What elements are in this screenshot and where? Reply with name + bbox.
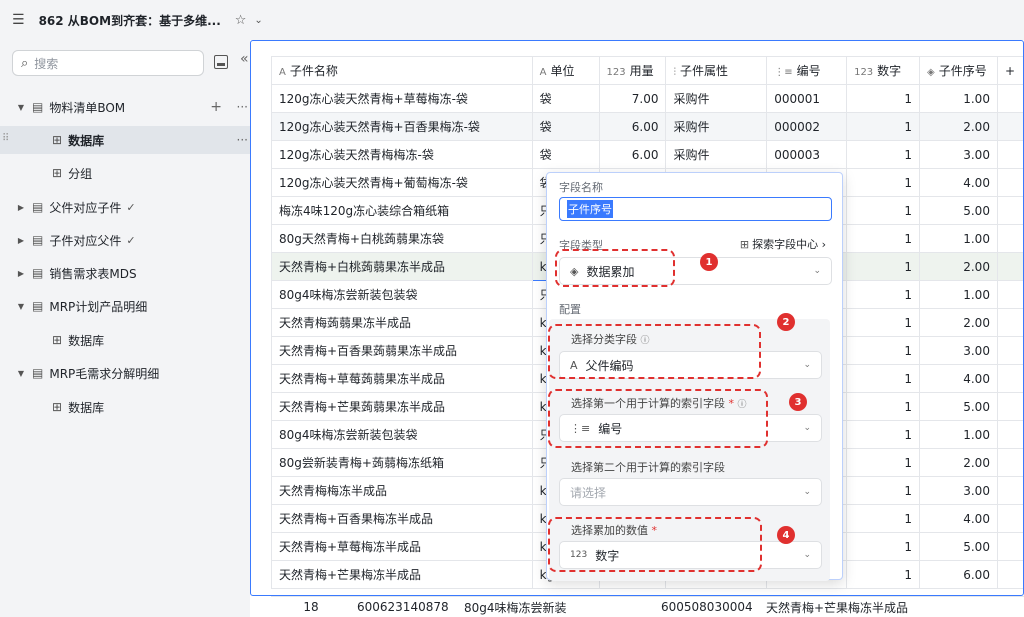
annotation-badge-3: 3 xyxy=(789,393,807,411)
search-placeholder: 搜索 xyxy=(34,56,59,71)
cell[interactable]: 600508030004 xyxy=(655,600,760,614)
caret-right-icon[interactable]: ▶ xyxy=(16,269,26,278)
check-circle-icon: ✓ xyxy=(126,200,136,214)
chevron-down-icon: ⌄ xyxy=(803,550,811,560)
more-icon[interactable]: ··· xyxy=(237,133,248,147)
sidebar-item-label: 数据库 xyxy=(68,333,105,348)
annotation-badge-4: 4 xyxy=(777,526,795,544)
menu-icon[interactable]: ☰ xyxy=(12,12,25,28)
sidebar-item-label: MRP毛需求分解明细 xyxy=(49,366,160,381)
grid-icon: ⊞ xyxy=(739,238,750,251)
sidebar-item-label: 数据库 xyxy=(68,400,105,415)
caret-down-icon[interactable]: ▼ xyxy=(16,302,26,311)
doc-icon: ▤ xyxy=(32,233,44,247)
chevron-down-icon: ⌄ xyxy=(813,266,821,276)
document-title[interactable]: 862 从BOM到齐套：基于多维... xyxy=(39,12,221,29)
sidebar-item-parent-to-child[interactable]: ▶ ▤ 父件对应子件 ✓ xyxy=(0,193,262,221)
sidebar-item-mds[interactable]: ▶ ▤ 销售需求表MDS xyxy=(0,259,262,287)
config-label: 配置 xyxy=(559,303,581,316)
sidebar-item-mrp-gross[interactable]: ▼ ▤ MRP毛需求分解明细 xyxy=(0,359,262,387)
sidebar-item-database-active[interactable]: ⊞ 数据库 ··· xyxy=(0,126,262,154)
annotation-box-3 xyxy=(548,389,768,448)
table-icon: ⊞ xyxy=(52,166,63,180)
add-icon[interactable]: + xyxy=(210,99,222,115)
check-circle-icon: ✓ xyxy=(126,233,136,247)
sidebar: ⌕ 搜索 « ▼ ▤ 物料清单BOM + ··· ⊞ 数据库 ··· ⊞ 分组 … xyxy=(0,40,262,617)
sidebar-item-label: 数据库 xyxy=(68,133,105,148)
annotation-badge-2: 2 xyxy=(777,313,795,331)
doc-icon: ▤ xyxy=(32,200,44,214)
cell[interactable]: 80g4味梅冻尝新装 xyxy=(458,599,655,616)
doc-icon: ▤ xyxy=(32,299,44,313)
sidebar-item-database[interactable]: ⊞ 数据库 xyxy=(0,393,262,421)
sidebar-item-label: MRP计划产品明细 xyxy=(49,299,148,314)
caret-right-icon[interactable]: ▶ xyxy=(16,236,26,245)
collapse-sidebar-icon[interactable]: « xyxy=(240,51,249,67)
more-icon[interactable]: ··· xyxy=(237,100,248,114)
table-icon: ⊞ xyxy=(52,133,63,147)
annotation-badge-1: 1 xyxy=(700,253,718,271)
index2-field-label: 选择第二个用于计算的索引字段 xyxy=(571,461,725,474)
cell[interactable]: 天然青梅+芒果梅冻半成品 xyxy=(760,599,960,616)
caret-down-icon[interactable]: ▼ xyxy=(16,103,26,112)
search-icon: ⌕ xyxy=(21,55,29,71)
sidebar-item-label: 父件对应子件 xyxy=(49,200,122,215)
search-input[interactable]: ⌕ 搜索 xyxy=(12,50,204,76)
chevron-down-icon: ⌄ xyxy=(803,360,811,370)
drag-handle-icon[interactable]: ⠿ xyxy=(2,133,9,144)
sidebar-item-label: 物料清单BOM xyxy=(49,100,126,115)
row-number: 18 xyxy=(303,600,319,614)
doc-icon: ▤ xyxy=(32,266,44,280)
sidebar-item-label: 分组 xyxy=(68,166,93,181)
sidebar-item-bom[interactable]: ▼ ▤ 物料清单BOM + ··· xyxy=(0,93,262,121)
index2-field-select[interactable]: 请选择 ⌄ xyxy=(559,478,822,506)
explore-field-center-link[interactable]: ⊞ 探索字段中心 › xyxy=(740,236,826,252)
doc-icon: ▤ xyxy=(32,366,44,380)
top-bar: ☰ 862 从BOM到齐套：基于多维... ☆ ⌄ xyxy=(0,0,1024,40)
annotation-box-4 xyxy=(548,517,762,572)
sidebar-item-database[interactable]: ⊞ 数据库 xyxy=(0,326,262,354)
table-row-partial[interactable]: 18 600623140878 80g4味梅冻尝新装 600508030004 … xyxy=(271,596,1024,617)
annotation-box-1 xyxy=(555,249,675,287)
sidebar-item-child-to-parent[interactable]: ▶ ▤ 子件对应父件 ✓ xyxy=(0,226,262,254)
table-icon: ⊞ xyxy=(52,400,63,414)
table-icon: ⊞ xyxy=(52,333,63,347)
sidebar-item-group[interactable]: ⊞ 分组 xyxy=(0,159,262,187)
cell[interactable]: 600623140878 xyxy=(351,600,458,614)
chevron-down-icon[interactable]: ⌄ xyxy=(254,15,262,26)
sidebar-item-label: 销售需求表MDS xyxy=(49,266,137,281)
doc-icon: ▤ xyxy=(32,100,44,114)
field-name-value: 子件序号 xyxy=(567,200,613,218)
caret-down-icon[interactable]: ▼ xyxy=(16,369,26,378)
sidebar-item-label: 子件对应父件 xyxy=(49,233,122,248)
index2-placeholder: 请选择 xyxy=(570,485,607,500)
chevron-down-icon: ⌄ xyxy=(803,487,811,497)
sidebar-item-mrp-plan[interactable]: ▼ ▤ MRP计划产品明细 xyxy=(0,292,262,320)
explore-field-center-label: 探索字段中心 › xyxy=(752,238,826,251)
field-name-label: 字段名称 xyxy=(559,181,603,194)
chevron-down-icon: ⌄ xyxy=(803,423,811,433)
field-name-input[interactable]: 子件序号 xyxy=(559,197,832,221)
sidebar-layout-icon[interactable] xyxy=(214,55,228,69)
caret-right-icon[interactable]: ▶ xyxy=(16,203,26,212)
annotation-box-2 xyxy=(548,324,761,379)
star-icon[interactable]: ☆ xyxy=(235,13,247,28)
